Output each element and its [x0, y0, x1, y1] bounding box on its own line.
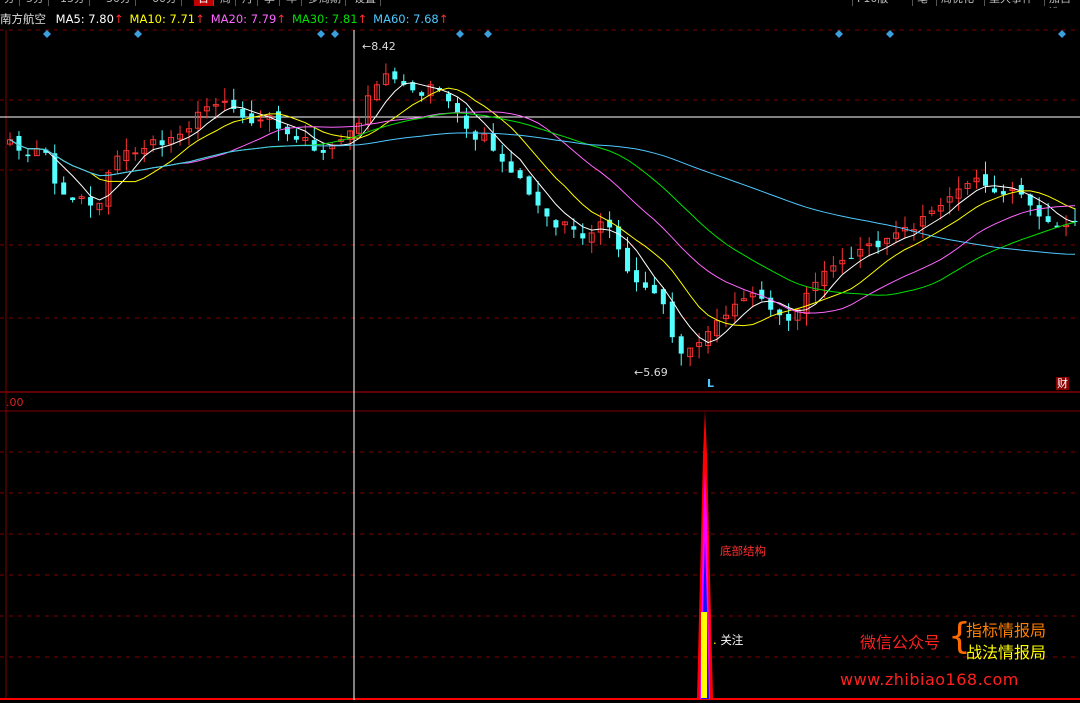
candle-down	[544, 208, 550, 217]
candle-up	[257, 119, 264, 122]
candle-down	[446, 93, 452, 102]
candle-down	[419, 92, 425, 96]
candle-down	[875, 240, 881, 248]
candle-down	[848, 257, 854, 259]
candle-down	[61, 182, 67, 195]
candle-down	[159, 140, 165, 146]
watermark-right-top: 指标情报局	[966, 621, 1047, 640]
candle-down	[571, 226, 577, 230]
candle-down	[454, 103, 460, 113]
diamond-marker-icon	[484, 30, 492, 38]
candle-down	[678, 336, 684, 354]
tab-period-7[interactable]: 月	[238, 0, 258, 6]
signal-bar-yellow	[701, 612, 707, 698]
candle-down	[25, 154, 31, 157]
candle-down	[463, 115, 469, 129]
candle-down	[70, 197, 76, 201]
candle-down	[669, 301, 675, 338]
candle-down	[625, 247, 631, 272]
candle-down	[1036, 205, 1042, 217]
tab-period-2[interactable]: 15分	[56, 0, 90, 6]
watermark: 微信公众号 { 指标情报局 战法情报局 www.zhibiao168.com	[840, 617, 1070, 697]
high-price-label: ←8.42	[362, 40, 396, 53]
watermark-url: www.zhibiao168.com	[840, 670, 1019, 689]
toolbar-button-0[interactable]: F10版	[852, 0, 892, 6]
stock-name: 南方航空	[0, 12, 46, 26]
arrow-left-icon: ←	[362, 40, 372, 53]
tab-period-10[interactable]: 多周期	[304, 0, 346, 6]
watermark-right-bottom: 战法情报局	[966, 643, 1047, 662]
candle-down	[88, 197, 94, 206]
candle-down	[16, 135, 22, 151]
ma-legend-item-1: MA10: 7.71↑	[129, 12, 205, 26]
candle-down	[508, 161, 514, 173]
candle-down	[759, 289, 765, 299]
candle-down	[490, 133, 496, 151]
period-toolbar: 分5分15分30分60分日周月季年多周期设置F10版笔局优化重大事件加自选场	[0, 0, 1080, 8]
indicator-axis-label: .00	[6, 396, 24, 409]
candle-down	[642, 282, 648, 288]
candle-down	[392, 71, 398, 80]
tab-period-0[interactable]: 分	[0, 0, 20, 6]
arrow-left-icon: ←	[634, 366, 644, 379]
candle-down	[580, 233, 586, 239]
candle-down	[535, 191, 541, 206]
signal-label-attention: . 关注	[713, 633, 744, 647]
ma20-line	[9, 111, 1076, 314]
ma60-line	[9, 132, 1076, 255]
candle-down	[651, 284, 657, 294]
watermark-left-text: 微信公众号	[860, 633, 941, 652]
candle-down	[1000, 191, 1006, 195]
candle-down	[240, 108, 246, 118]
ma-legend: 南方航空 MA5: 7.80↑ MA10: 7.71↑ MA20: 7.79↑ MA3…	[0, 11, 454, 27]
candle-down	[786, 313, 792, 321]
signal-label-bottom-structure: 底部结构	[720, 544, 766, 558]
ma5-line	[9, 82, 1076, 344]
tab-period-4[interactable]: 60分	[148, 0, 182, 6]
candle-down	[616, 226, 622, 250]
candle-down	[553, 220, 559, 228]
ma30-line	[9, 112, 1076, 296]
toolbar-button-3[interactable]: 重大事件	[984, 0, 1037, 6]
diamond-marker-icon	[1058, 30, 1066, 38]
candle-down	[320, 150, 326, 153]
diamond-marker-icon	[835, 30, 843, 38]
candle-up	[132, 152, 139, 155]
candle-down	[1045, 216, 1051, 222]
toolbar-button-4[interactable]: 加自选	[1044, 0, 1080, 8]
diamond-marker-icon	[456, 30, 464, 38]
candle-up	[221, 100, 228, 103]
tab-period-1[interactable]: 5分	[22, 0, 49, 6]
tab-period-5[interactable]: 日	[194, 0, 214, 6]
candle-down	[991, 188, 997, 193]
diamond-marker-icon	[134, 30, 142, 38]
toolbar-button-2[interactable]: 局优化	[936, 0, 978, 6]
tab-period-8[interactable]: 季	[260, 0, 280, 6]
candle-down	[293, 136, 299, 140]
candle-down	[526, 176, 532, 195]
ma-legend-item-3: MA30: 7.81↑	[291, 12, 368, 26]
candle-down	[983, 174, 989, 186]
diamond-marker-icon	[317, 30, 325, 38]
toolbar-button-1[interactable]: 笔	[912, 0, 932, 6]
ma-legend-item-2: MA20: 7.79↑	[210, 12, 286, 26]
candle-down	[1018, 184, 1024, 195]
candle-down	[633, 270, 639, 283]
ma-legend-item-4: MA60: 7.68↑	[373, 12, 449, 26]
candle-down	[499, 153, 505, 162]
tab-period-9[interactable]: 年	[282, 0, 302, 6]
diamond-marker-icon	[886, 30, 894, 38]
tab-period-11[interactable]: 设置	[350, 0, 381, 6]
tab-period-6[interactable]: 周	[216, 0, 236, 6]
diamond-marker-icon	[331, 30, 339, 38]
candle-down	[660, 289, 666, 305]
low-price-label: ←5.69	[634, 366, 668, 379]
cai-marker: 财	[1056, 377, 1069, 390]
tab-period-3[interactable]: 30分	[102, 0, 136, 6]
candle-down	[517, 170, 523, 179]
ma-legend-item-0: MA5: 7.80↑	[55, 12, 124, 26]
diamond-marker-icon	[43, 30, 51, 38]
l-marker: L	[707, 377, 715, 390]
chart-canvas[interactable]	[0, 0, 1080, 703]
